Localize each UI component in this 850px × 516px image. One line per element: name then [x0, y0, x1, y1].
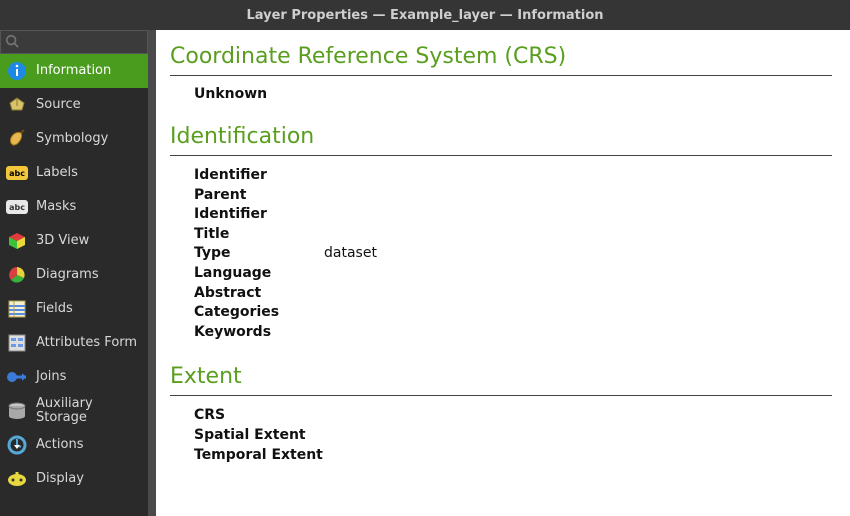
kv-row: Categories: [194, 303, 832, 323]
attributes-form-icon: [6, 332, 28, 354]
info-icon: [6, 60, 28, 82]
sidebar-nav: Information Source Symbology abc Labels: [0, 54, 148, 516]
svg-text:abc: abc: [9, 203, 25, 212]
section-divider: [170, 75, 832, 76]
kv-key: Language: [194, 264, 324, 284]
sidebar-item-auxiliary-storage[interactable]: Auxiliary Storage: [0, 394, 148, 428]
kv-key: Type: [194, 244, 324, 264]
sidebar-item-label: Symbology: [36, 132, 108, 146]
kv-key: Spatial Extent: [194, 426, 324, 446]
sidebar-item-label: Attributes Form: [36, 336, 137, 350]
sidebar-item-label: Joins: [36, 370, 66, 384]
kv-row: Keywords: [194, 323, 832, 343]
kv-key: Temporal Extent: [194, 446, 324, 466]
kv-row: Temporal Extent: [194, 446, 832, 466]
window-titlebar: Layer Properties — Example_layer — Infor…: [0, 0, 850, 30]
kv-row: Identifier: [194, 166, 832, 186]
diagrams-icon: [6, 264, 28, 286]
display-icon: [6, 468, 28, 490]
sidebar-item-3d-view[interactable]: 3D View: [0, 224, 148, 258]
3d-view-icon: [6, 230, 28, 252]
sidebar-item-label: Fields: [36, 302, 73, 316]
sidebar-search[interactable]: [0, 30, 148, 54]
identification-block: Identifier Parent Identifier Title Typed…: [170, 166, 832, 342]
content-pane: Coordinate Reference System (CRS) Unknow…: [156, 30, 850, 516]
section-title-extent: Extent: [170, 364, 832, 389]
window-title: Layer Properties — Example_layer — Infor…: [246, 8, 603, 23]
body: Information Source Symbology abc Labels: [0, 30, 850, 516]
sidebar-item-label: Diagrams: [36, 268, 99, 282]
kv-row: Title: [194, 225, 832, 245]
sidebar-item-diagrams[interactable]: Diagrams: [0, 258, 148, 292]
sidebar-item-actions[interactable]: Actions: [0, 428, 148, 462]
sidebar-item-joins[interactable]: Joins: [0, 360, 148, 394]
sidebar-item-label: Source: [36, 98, 81, 112]
kv-row: Language: [194, 264, 832, 284]
sidebar-item-label: Information: [36, 64, 111, 78]
kv-key: Categories: [194, 303, 324, 323]
kv-value: dataset: [324, 244, 377, 264]
sidebar-item-label: Actions: [36, 438, 84, 452]
sidebar-item-attributes-form[interactable]: Attributes Form: [0, 326, 148, 360]
masks-icon: abc: [6, 196, 28, 218]
actions-icon: [6, 434, 28, 456]
search-icon: [5, 33, 19, 52]
svg-text:abc: abc: [9, 169, 25, 178]
section-divider: [170, 155, 832, 156]
sidebar-item-masks[interactable]: abc Masks: [0, 190, 148, 224]
crs-value: Unknown: [170, 86, 832, 102]
splitter[interactable]: [148, 30, 156, 516]
kv-row: CRS: [194, 406, 832, 426]
sidebar-item-symbology[interactable]: Symbology: [0, 122, 148, 156]
kv-key: Title: [194, 225, 324, 245]
kv-row: Spatial Extent: [194, 426, 832, 446]
sidebar-item-source[interactable]: Source: [0, 88, 148, 122]
kv-key: Abstract: [194, 284, 324, 304]
sidebar-item-display[interactable]: Display: [0, 462, 148, 496]
sidebar-item-label: Display: [36, 472, 84, 486]
kv-key: Keywords: [194, 323, 324, 343]
sidebar-item-label: 3D View: [36, 234, 89, 248]
sidebar-item-label: Labels: [36, 166, 78, 180]
extent-block: CRS Spatial Extent Temporal Extent: [170, 406, 832, 465]
kv-row: Abstract: [194, 284, 832, 304]
kv-row: Typedataset: [194, 244, 832, 264]
symbology-icon: [6, 128, 28, 150]
sidebar: Information Source Symbology abc Labels: [0, 30, 148, 516]
section-title-identification: Identification: [170, 124, 832, 149]
kv-key: CRS: [194, 406, 324, 426]
sidebar-item-label: Masks: [36, 200, 76, 214]
kv-row: Parent Identifier: [194, 186, 832, 225]
labels-icon: abc: [6, 162, 28, 184]
sidebar-item-information[interactable]: Information: [0, 54, 148, 88]
fields-icon: [6, 298, 28, 320]
kv-key: Identifier: [194, 166, 324, 186]
section-title-crs: Coordinate Reference System (CRS): [170, 44, 832, 69]
sidebar-item-label: Auxiliary Storage: [36, 397, 142, 426]
auxiliary-storage-icon: [6, 400, 28, 422]
section-divider: [170, 395, 832, 396]
sidebar-item-fields[interactable]: Fields: [0, 292, 148, 326]
kv-key: Parent Identifier: [194, 186, 324, 225]
source-icon: [6, 94, 28, 116]
sidebar-item-labels[interactable]: abc Labels: [0, 156, 148, 190]
joins-icon: [6, 366, 28, 388]
